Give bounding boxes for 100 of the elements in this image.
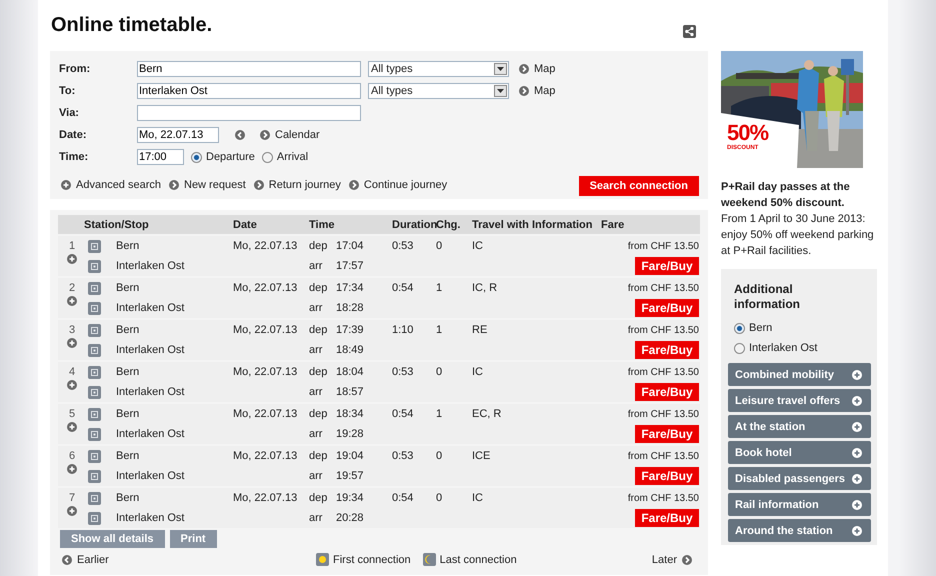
fare-text: from CHF 13.50 xyxy=(626,324,700,338)
later-link[interactable]: Later xyxy=(652,554,677,566)
column-header: Date xyxy=(233,218,258,230)
fare-text: from CHF 13.50 xyxy=(626,450,700,464)
table-cell-text: 19:28 xyxy=(336,427,365,442)
radio-button[interactable] xyxy=(191,152,202,162)
share-icon[interactable] xyxy=(683,25,696,38)
table-cell-text: Mo, 22.07.13 xyxy=(233,365,298,380)
info-item-button[interactable]: Combined mobility xyxy=(728,363,871,386)
expand-icon[interactable] xyxy=(67,338,77,348)
station-input[interactable]: Bern xyxy=(137,61,361,77)
table-cell-text: dep xyxy=(309,281,328,296)
action-link[interactable]: New request xyxy=(184,179,246,191)
table-cell-text: Interlaken Ost xyxy=(116,427,186,442)
row-number: 2 xyxy=(68,282,76,294)
table-cell-text: Bern xyxy=(116,281,140,296)
field-label: Time: xyxy=(59,151,90,163)
fare-buy-button[interactable]: Fare/Buy xyxy=(635,425,699,443)
fare-buy-button[interactable]: Fare/Buy xyxy=(635,509,699,527)
expand-icon[interactable] xyxy=(67,380,77,390)
station-icon xyxy=(88,492,101,504)
map-link[interactable]: Map xyxy=(534,85,556,97)
table-cell-text: 19:04 xyxy=(336,449,365,464)
column-header: Fare xyxy=(601,218,626,230)
table-cell-text: RE xyxy=(472,323,488,338)
page-title: Online timetable. xyxy=(51,14,212,37)
plus-icon xyxy=(852,422,862,432)
fare-text: from CHF 13.50 xyxy=(626,366,700,380)
station-input[interactable]: Interlaken Ost xyxy=(137,83,361,99)
table-cell-text: 20:28 xyxy=(336,511,365,526)
info-item-button[interactable]: Disabled passengers xyxy=(728,467,871,490)
table-cell-text: Bern xyxy=(116,365,140,380)
column-header: Time xyxy=(309,218,336,230)
table-cell-text: 0:54 xyxy=(392,491,414,506)
info-item-button[interactable]: Around the station xyxy=(728,519,871,542)
table-cell-text: 17:04 xyxy=(336,239,365,254)
fare-buy-button[interactable]: Fare/Buy xyxy=(635,467,699,485)
table-cell-text: 18:34 xyxy=(336,407,365,422)
fare-buy-button[interactable]: Fare/Buy xyxy=(635,299,699,317)
expand-icon[interactable] xyxy=(67,506,77,516)
info-item-button[interactable]: At the station xyxy=(728,415,871,438)
earlier-link[interactable]: Earlier xyxy=(77,554,109,566)
station-icon xyxy=(88,324,101,336)
calendar-link[interactable]: Calendar xyxy=(275,129,320,141)
table-cell-text: 19:57 xyxy=(336,469,365,484)
expand-icon[interactable] xyxy=(67,464,77,474)
radio-button[interactable] xyxy=(734,322,745,334)
table-cell-text: 17:39 xyxy=(336,323,365,338)
station-icon xyxy=(88,428,101,440)
info-item-button[interactable]: Rail information xyxy=(728,493,871,516)
table-cell-text: arr xyxy=(309,469,324,484)
last-connection-link[interactable]: Last connection xyxy=(440,554,517,566)
row-number: 4 xyxy=(68,366,76,378)
action-link[interactable]: Advanced search xyxy=(76,179,161,191)
type-select[interactable]: All types xyxy=(368,83,509,99)
table-cell-text: dep xyxy=(309,323,328,338)
search-button[interactable]: Search connection xyxy=(578,176,699,196)
table-cell-text: arr xyxy=(309,343,324,358)
map-link[interactable]: Map xyxy=(534,63,556,75)
first-connection-link[interactable]: First connection xyxy=(333,554,411,566)
field-label: From: xyxy=(59,63,92,75)
table-cell-text: 0 xyxy=(436,239,444,254)
radio-button[interactable] xyxy=(734,342,745,354)
table-cell-text: Interlaken Ost xyxy=(116,259,186,274)
info-item-button[interactable]: Leisure travel offers xyxy=(728,389,871,412)
action-link[interactable]: Return journey xyxy=(268,179,341,191)
column-header: Information xyxy=(532,218,594,230)
radio-button[interactable] xyxy=(262,152,273,162)
fare-buy-button[interactable]: Fare/Buy xyxy=(635,383,699,401)
next-day-icon[interactable] xyxy=(260,130,270,140)
row-number: 1 xyxy=(68,240,76,252)
expand-icon[interactable] xyxy=(67,296,77,306)
table-cell-text: 17:34 xyxy=(336,281,365,296)
previous-day-icon[interactable] xyxy=(235,130,245,140)
fare-text: from CHF 13.50 xyxy=(626,492,700,506)
date-input[interactable]: Mo, 22.07.13 xyxy=(137,127,219,143)
table-cell-text: 0:53 xyxy=(392,365,414,380)
field-label: Via: xyxy=(59,107,80,119)
time-input[interactable]: 17:00 xyxy=(137,149,184,165)
fare-buy-button[interactable]: Fare/Buy xyxy=(635,257,699,275)
discount-text: 50% xyxy=(727,121,768,145)
panel-title: Additional information xyxy=(734,282,801,312)
table-cell-text: Interlaken Ost xyxy=(116,385,186,400)
table-cell-text: dep xyxy=(309,239,328,254)
table-cell-text: arr xyxy=(309,301,324,316)
sun-icon xyxy=(316,553,329,566)
table-cell-text: 19:34 xyxy=(336,491,365,506)
expand-icon[interactable] xyxy=(67,254,77,264)
info-item-button[interactable]: Book hotel xyxy=(728,441,871,464)
via-input[interactable] xyxy=(137,105,361,121)
expand-icon[interactable] xyxy=(67,422,77,432)
type-select[interactable]: All types xyxy=(368,61,509,77)
action-link[interactable]: Continue journey xyxy=(364,179,448,191)
fare-buy-button[interactable]: Fare/Buy xyxy=(635,341,699,359)
fare-text: from CHF 13.50 xyxy=(626,282,700,296)
table-cell-text: ICE xyxy=(472,449,492,464)
station-icon xyxy=(88,366,101,378)
table-cell-text: arr xyxy=(309,511,324,526)
table-cell-text: 1 xyxy=(436,281,444,296)
column-header: Chg. xyxy=(436,218,462,230)
